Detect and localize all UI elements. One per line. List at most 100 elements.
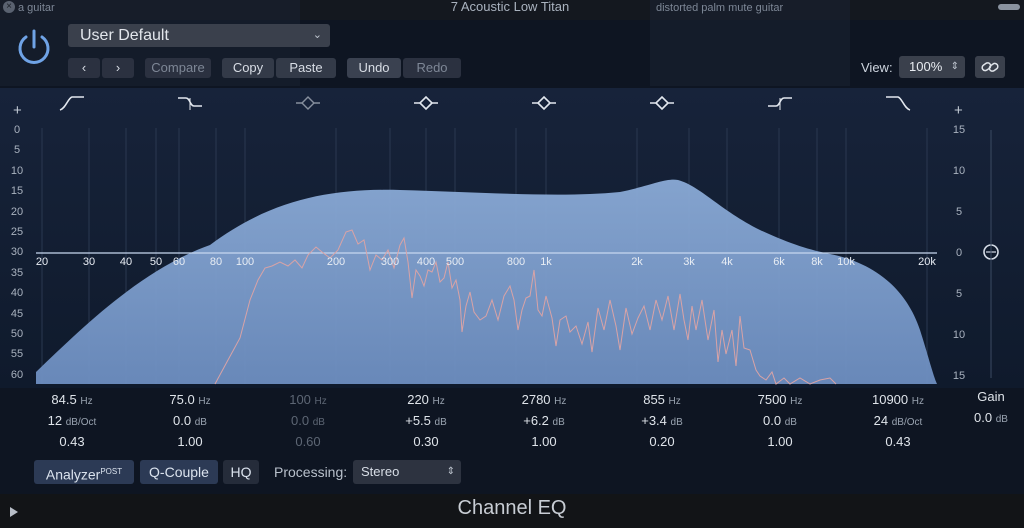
track-title: 7 Acoustic Low Titan bbox=[450, 0, 570, 14]
add-band-plus-left[interactable]: + bbox=[13, 102, 22, 119]
left-scale-tick: 60 bbox=[10, 368, 24, 381]
frequency-tick: 8k bbox=[811, 256, 823, 268]
left-scale-tick: 5 bbox=[13, 144, 21, 157]
right-scale-tick: 0 bbox=[955, 247, 963, 259]
unit: dB bbox=[670, 417, 683, 428]
band-1-params[interactable]: 84.5 Hz 12 dB/Oct 0.43 bbox=[27, 389, 117, 452]
processing-select[interactable]: Stereo ⇕ bbox=[353, 460, 461, 484]
q-couple-button[interactable]: Q-Couple bbox=[140, 460, 218, 484]
undo-button[interactable]: Undo bbox=[347, 58, 401, 78]
band-5-params[interactable]: 2780 Hz +6.2 dB 1.00 bbox=[499, 389, 589, 452]
frequency-tick: 40 bbox=[119, 256, 133, 268]
hq-button[interactable]: HQ bbox=[223, 460, 259, 484]
band-4-gain[interactable]: +5.5 bbox=[405, 413, 431, 428]
previous-preset-button[interactable]: ‹ bbox=[68, 58, 100, 78]
unit: Hz bbox=[314, 396, 327, 407]
band-5-gain[interactable]: +6.2 bbox=[523, 413, 549, 428]
band-1-q[interactable]: 0.43 bbox=[27, 431, 117, 452]
low-cut-icon[interactable] bbox=[58, 94, 86, 112]
band-5-frequency[interactable]: 2780 bbox=[522, 392, 551, 407]
master-gain-value[interactable]: 0.0 bbox=[974, 410, 992, 425]
band-7-frequency[interactable]: 7500 bbox=[758, 392, 787, 407]
right-scale-tick: 5 bbox=[955, 288, 963, 300]
unit: dB bbox=[434, 417, 447, 428]
bell-icon[interactable] bbox=[412, 94, 440, 112]
eq-graph[interactable] bbox=[0, 88, 1024, 388]
band-4-q[interactable]: 0.30 bbox=[381, 431, 471, 452]
band-2-q[interactable]: 1.00 bbox=[145, 431, 235, 452]
add-band-plus-right[interactable]: + bbox=[954, 102, 963, 119]
high-shelf-icon[interactable] bbox=[766, 94, 794, 112]
high-cut-icon[interactable] bbox=[884, 94, 912, 112]
band-4-frequency[interactable]: 220 bbox=[407, 392, 429, 407]
left-scale-tick: 30 bbox=[10, 246, 24, 259]
analyzer-label: Analyzer bbox=[45, 466, 101, 483]
compare-button[interactable]: Compare bbox=[145, 58, 211, 78]
unit: Hz bbox=[668, 396, 681, 407]
band-2-frequency[interactable]: 75.0 bbox=[169, 392, 194, 407]
close-icon[interactable]: × bbox=[3, 1, 15, 13]
band-1-frequency[interactable]: 84.5 bbox=[51, 392, 76, 407]
band-8-q[interactable]: 0.43 bbox=[853, 431, 943, 452]
analyzer-mode: POST bbox=[100, 467, 123, 476]
band-3-gain[interactable]: 0.0 bbox=[291, 413, 309, 428]
band-8-params[interactable]: 10900 Hz 24 dB/Oct 0.43 bbox=[853, 389, 943, 452]
view-zoom-select[interactable]: 100% ⇕ bbox=[899, 56, 965, 78]
unit: dB bbox=[312, 417, 325, 428]
band-8-frequency[interactable]: 10900 bbox=[872, 392, 908, 407]
band-8-slope[interactable]: 24 bbox=[874, 413, 888, 428]
left-scale-tick: 45 bbox=[10, 307, 24, 320]
analyzer-button[interactable]: AnalyzerPOST bbox=[34, 460, 134, 484]
link-icon[interactable] bbox=[975, 56, 1005, 78]
next-preset-button[interactable]: › bbox=[102, 58, 134, 78]
band-3-frequency[interactable]: 100 bbox=[289, 392, 311, 407]
frequency-tick: 100 bbox=[235, 256, 255, 268]
band-4-params[interactable]: 220 Hz +5.5 dB 0.30 bbox=[381, 389, 471, 452]
band-7-gain[interactable]: 0.0 bbox=[763, 413, 781, 428]
band-2-params[interactable]: 75.0 Hz 0.0 dB 1.00 bbox=[145, 389, 235, 452]
band-2-gain[interactable]: 0.0 bbox=[173, 413, 191, 428]
eq-curve-fill bbox=[36, 179, 937, 384]
frequency-tick: 20k bbox=[918, 256, 936, 268]
view-label: View: bbox=[861, 60, 893, 75]
frequency-tick: 200 bbox=[326, 256, 346, 268]
frequency-tick: 6k bbox=[773, 256, 785, 268]
frequency-tick: 3k bbox=[683, 256, 695, 268]
band-6-params[interactable]: 855 Hz +3.4 dB 0.20 bbox=[617, 389, 707, 452]
right-scale-tick: 10 bbox=[952, 329, 966, 341]
processing-label: Processing: bbox=[274, 464, 348, 480]
band-6-frequency[interactable]: 855 bbox=[643, 392, 665, 407]
unit: Hz bbox=[80, 396, 93, 407]
unit: Hz bbox=[554, 396, 567, 407]
master-gain-params[interactable]: Gain 0.0 dB bbox=[964, 386, 1018, 428]
bell-icon[interactable] bbox=[294, 94, 322, 112]
band-3-q[interactable]: 0.60 bbox=[263, 431, 353, 452]
band-6-q[interactable]: 0.20 bbox=[617, 431, 707, 452]
frequency-tick: 2k bbox=[631, 256, 643, 268]
left-scale-tick: 40 bbox=[10, 287, 24, 300]
bell-icon[interactable] bbox=[530, 94, 558, 112]
low-shelf-icon[interactable] bbox=[176, 94, 204, 112]
preset-menu[interactable]: User Default ⌄ bbox=[68, 24, 330, 47]
unit: Hz bbox=[790, 396, 803, 407]
frequency-tick: 800 bbox=[506, 256, 526, 268]
unit: dB bbox=[552, 417, 565, 428]
band-5-q[interactable]: 1.00 bbox=[499, 431, 589, 452]
frequency-tick: 500 bbox=[445, 256, 465, 268]
band-6-gain[interactable]: +3.4 bbox=[641, 413, 667, 428]
redo-button[interactable]: Redo bbox=[403, 58, 461, 78]
unit: dB bbox=[995, 414, 1008, 425]
copy-button[interactable]: Copy bbox=[222, 58, 274, 78]
band-7-params[interactable]: 7500 Hz 0.0 dB 1.00 bbox=[735, 389, 825, 452]
left-scale-tick: 55 bbox=[10, 348, 24, 361]
band-1-slope[interactable]: 12 bbox=[48, 413, 62, 428]
background-track-label: distorted palm mute guitar bbox=[656, 2, 784, 14]
plugin-name: Channel EQ bbox=[457, 497, 567, 519]
background-track-label: a guitar bbox=[18, 2, 55, 14]
paste-button[interactable]: Paste bbox=[276, 58, 336, 78]
band-3-params[interactable]: 100 Hz 0.0 dB 0.60 bbox=[263, 389, 353, 452]
bell-icon[interactable] bbox=[648, 94, 676, 112]
window-handle[interactable] bbox=[998, 4, 1020, 10]
power-icon[interactable] bbox=[14, 27, 54, 67]
band-7-q[interactable]: 1.00 bbox=[735, 431, 825, 452]
